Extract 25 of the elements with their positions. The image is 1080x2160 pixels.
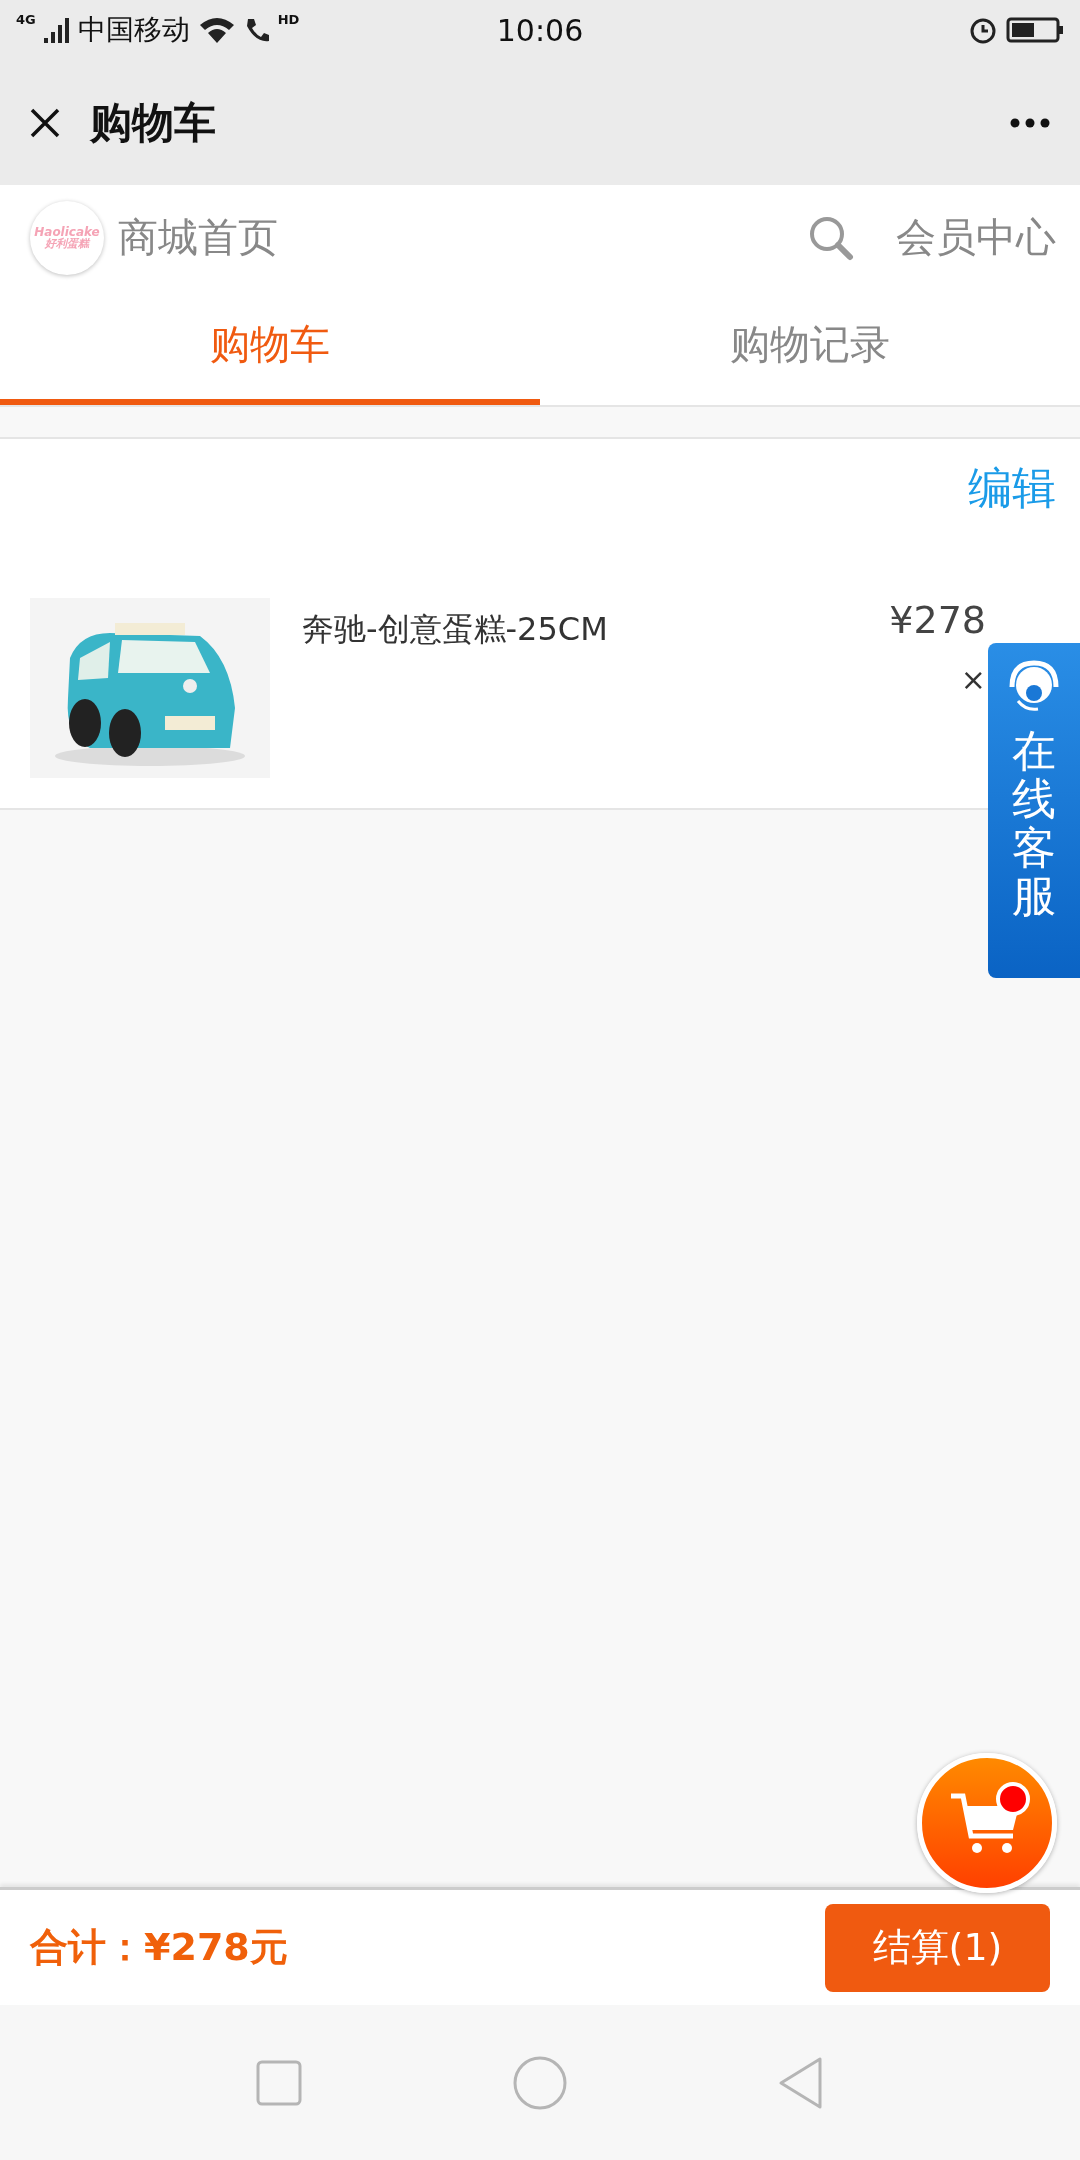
home-icon[interactable] <box>513 2055 567 2110</box>
tab[interactable]: 购物车 <box>0 290 540 405</box>
total-amount: 合计：¥278元 <box>30 1924 288 1971</box>
status-time: 10:06 <box>496 12 584 48</box>
page-title: 购物车 <box>90 96 217 149</box>
carrier-name: 中国移动 <box>77 12 190 48</box>
network-type: 4G <box>16 12 36 27</box>
product-name: 奔驰-创意蛋糕-25CM <box>302 609 609 650</box>
more-icon[interactable] <box>1010 117 1050 128</box>
signal-icon <box>43 16 70 44</box>
recent-apps-icon[interactable] <box>255 2059 302 2106</box>
product-price: ¥278 <box>889 598 986 642</box>
back-icon[interactable] <box>778 2055 825 2110</box>
shop-logo[interactable]: Haolicake 好利蛋糕 <box>30 200 104 275</box>
online-service-tab[interactable]: 在线客服 <box>988 643 1080 978</box>
remove-button[interactable]: × <box>960 662 986 697</box>
tab[interactable]: 购物记录 <box>540 290 1080 405</box>
home-link[interactable]: 商城首页 <box>118 210 278 265</box>
battery-icon <box>1006 16 1064 44</box>
search-icon[interactable] <box>808 214 854 261</box>
checkout-button[interactable]: 结算(1) <box>825 1903 1050 1992</box>
member-center-link[interactable]: 会员中心 <box>896 210 1056 265</box>
edit-link[interactable]: 编辑 <box>968 459 1056 518</box>
close-icon[interactable] <box>30 107 60 138</box>
call-quality: HD <box>277 12 300 27</box>
